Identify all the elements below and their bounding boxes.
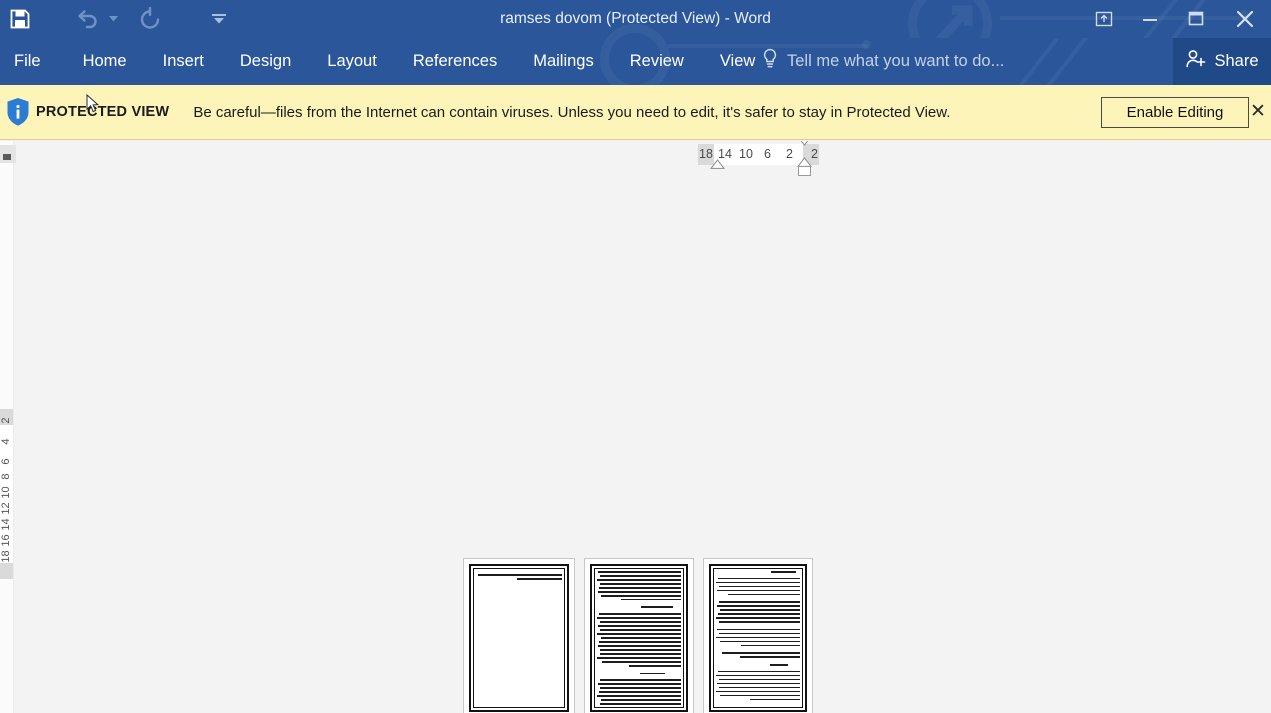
tab-references[interactable]: References (395, 38, 515, 85)
document-canvas[interactable]: 18 14 10 6 2 2 2 4 6 8 10 12 14 16 18 (0, 141, 1271, 713)
vruler-tick-8: 8 (0, 473, 12, 480)
tell-me-placeholder: Tell me what you want to do... (787, 52, 1005, 70)
ruler-tick-2a: 2 (786, 147, 793, 161)
text-heading (769, 663, 788, 666)
first-line-indent-marker[interactable] (709, 158, 726, 172)
tab-mailings[interactable]: Mailings (515, 38, 612, 85)
text-heading (770, 571, 796, 573)
text-block (716, 628, 800, 647)
window-controls[interactable] (1081, 0, 1271, 38)
share-label: Share (1214, 52, 1259, 70)
text-block (716, 652, 800, 658)
ruler-tick-2b: 2 (811, 147, 818, 161)
vruler-tick-2: 2 (0, 417, 12, 424)
page-content (716, 571, 800, 705)
mouse-cursor (86, 93, 100, 119)
vruler-tick-14: 14 (0, 518, 12, 531)
text-block (716, 601, 800, 623)
horizontal-ruler[interactable]: 18 14 10 6 2 2 (698, 141, 819, 176)
lightbulb-icon (762, 48, 778, 75)
ruler-tick-6: 6 (764, 147, 771, 161)
text-block (597, 613, 681, 667)
vruler-tick-12: 12 (0, 502, 12, 515)
left-indent-box-marker[interactable] (798, 166, 811, 176)
tab-layout[interactable]: Layout (309, 38, 395, 85)
close-icon[interactable] (1219, 0, 1271, 38)
tab-file[interactable]: File (0, 38, 65, 85)
tab-insert[interactable]: Insert (145, 38, 222, 85)
text-block (597, 679, 681, 705)
vruler-tick-4: 4 (0, 438, 12, 445)
page-thumbnail-group[interactable] (463, 558, 813, 713)
vertical-ruler[interactable]: 2 4 6 8 10 12 14 16 18 (0, 409, 13, 579)
vruler-tick-18: 18 (0, 550, 12, 563)
tab-home[interactable]: Home (65, 38, 145, 85)
person-add-icon (1185, 48, 1207, 75)
decorative-diagonal-tabbar-graphic (1015, 38, 1069, 85)
enable-editing-button[interactable]: Enable Editing (1101, 97, 1249, 128)
ribbon-tab-bar[interactable]: File Home Insert Design Layout Reference… (0, 38, 1271, 85)
text-heading (639, 672, 665, 675)
page-content (597, 571, 681, 705)
vruler-bottom-margin-zone (0, 563, 13, 579)
maximize-icon[interactable] (1173, 0, 1219, 38)
ruler-corner-inner (3, 154, 11, 160)
vruler-tick-10: 10 (0, 486, 12, 499)
share-button[interactable]: Share (1173, 38, 1271, 85)
vruler-tick-6: 6 (0, 458, 12, 465)
text-block (716, 577, 800, 596)
page-thumbnail-3[interactable] (703, 558, 813, 713)
text-block (597, 571, 681, 601)
text-heading (641, 606, 673, 609)
ribbon-display-options-icon[interactable] (1081, 0, 1127, 38)
page-thumbnail-2[interactable] (584, 558, 694, 713)
text-block (476, 571, 562, 580)
protected-view-badge: PROTECTED VIEW (36, 104, 170, 120)
text-block (716, 670, 800, 701)
right-indent-marker-top[interactable] (797, 141, 812, 149)
tab-design[interactable]: Design (222, 38, 309, 85)
shield-info-icon (0, 97, 36, 127)
ruler-tick-10: 10 (739, 147, 753, 161)
protected-view-message: Be careful—files from the Internet can c… (193, 103, 951, 121)
tab-review[interactable]: Review (612, 38, 702, 85)
protected-view-bar: PROTECTED VIEW Be careful—files from the… (0, 85, 1271, 140)
ruler-corner-marker (0, 145, 16, 163)
title-bar[interactable]: ramses dovom (Protected View) - Word (0, 0, 1271, 38)
page-content (476, 571, 562, 705)
tell-me-search-box[interactable]: Tell me what you want to do... (762, 38, 1004, 85)
protected-view-close-icon[interactable]: ✕ (1247, 100, 1269, 124)
vruler-tick-16: 16 (0, 534, 12, 547)
page-thumbnail-1[interactable] (463, 558, 575, 713)
decorative-diagonal-tabbar-2-graphic (1043, 38, 1097, 85)
minimize-icon[interactable] (1127, 0, 1173, 38)
